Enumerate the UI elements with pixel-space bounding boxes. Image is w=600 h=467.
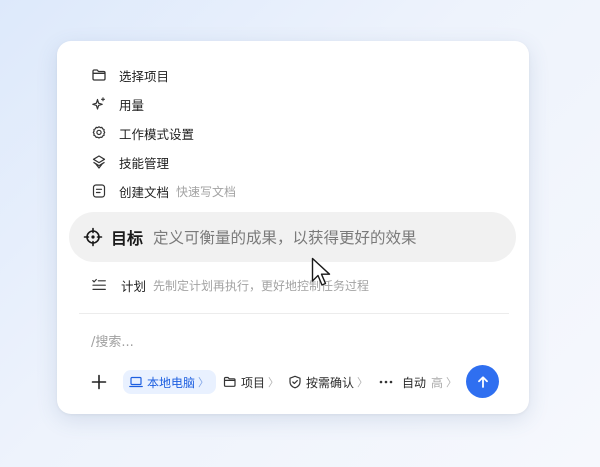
- chevron-right-icon: 〉: [357, 376, 369, 389]
- goal-label: 目标: [111, 229, 144, 248]
- project-selector[interactable]: 项目 〉: [223, 370, 279, 394]
- goal-description: 定义可衡量的成果，以获得更好的效果: [153, 229, 417, 247]
- menu-item-label: 用量: [119, 97, 145, 113]
- menu-item-label: 创建文档: [119, 184, 170, 200]
- local-computer-selector[interactable]: 本地电脑 〉: [123, 370, 217, 394]
- plus-icon: [91, 374, 107, 390]
- sparkle-icon: [91, 96, 107, 112]
- local-computer-label: 本地电脑: [147, 375, 196, 390]
- mode-label: 自动: [402, 375, 427, 390]
- gear-icon: [91, 125, 107, 141]
- folder-icon: [223, 375, 237, 389]
- chevron-right-icon: 〉: [446, 376, 458, 389]
- crosshair-icon: [83, 227, 103, 247]
- command-palette: 选择项目 用量 工作模式设置 技能管理 创建文档 快速写文档 目标 定义可衡量的…: [57, 41, 529, 414]
- confirm-mode-selector[interactable]: 按需确认 〉: [288, 370, 368, 394]
- divider: [79, 313, 509, 314]
- menu-item-hint: 快速写文档: [176, 184, 237, 199]
- menu-item-work-mode-settings[interactable]: 工作模式设置: [91, 121, 194, 145]
- add-button[interactable]: [87, 370, 111, 394]
- search-input[interactable]: [91, 332, 391, 352]
- composer-toolbar: 本地电脑 〉 项目 〉 按需确认 〉 自动 高 〉: [87, 365, 507, 399]
- folder-icon: [91, 67, 107, 83]
- send-button[interactable]: [466, 365, 499, 398]
- checklist-icon: [91, 277, 107, 293]
- menu-item-usage[interactable]: 用量: [91, 92, 144, 116]
- menu-item-skill-management[interactable]: 技能管理: [91, 150, 169, 174]
- menu-item-label: 选择项目: [119, 68, 170, 84]
- auto-mode-selector[interactable]: 自动 高 〉: [402, 370, 457, 394]
- project-label: 项目: [241, 375, 266, 390]
- mode-level: 高: [431, 375, 444, 390]
- menu-item-label: 工作模式设置: [119, 126, 195, 142]
- more-options-button[interactable]: [378, 370, 394, 394]
- chevron-right-icon: 〉: [198, 376, 210, 389]
- arrow-up-icon: [477, 375, 488, 388]
- menu-item-label: 技能管理: [119, 155, 170, 171]
- plan-description: 先制定计划再执行，更好地控制任务过程: [153, 278, 370, 293]
- mouse-cursor-icon: [311, 257, 331, 286]
- laptop-icon: [129, 375, 143, 389]
- document-icon: [91, 183, 107, 199]
- chevron-right-icon: 〉: [268, 376, 280, 389]
- ellipsis-icon: [379, 380, 393, 384]
- menu-item-goal[interactable]: 目标 定义可衡量的成果，以获得更好的效果: [69, 212, 516, 262]
- menu-item-create-document[interactable]: 创建文档 快速写文档: [91, 179, 236, 203]
- shield-check-icon: [288, 375, 302, 389]
- confirm-mode-label: 按需确认: [306, 375, 355, 390]
- layers-icon: [91, 154, 107, 170]
- plan-label: 计划: [121, 278, 147, 294]
- menu-item-select-project[interactable]: 选择项目: [91, 63, 169, 87]
